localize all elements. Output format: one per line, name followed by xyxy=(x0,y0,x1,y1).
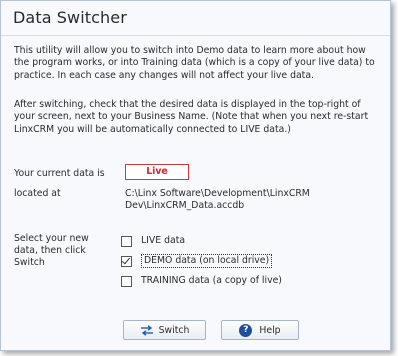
live-data-checkbox[interactable] xyxy=(121,235,132,247)
current-data-value: Live xyxy=(125,164,189,180)
switch-arrows-icon xyxy=(140,324,153,336)
title-divider xyxy=(1,35,390,36)
option-label: DEMO data (on local drive) xyxy=(141,254,273,268)
help-question-icon: ? xyxy=(239,323,253,337)
help-button-label: Help xyxy=(259,324,281,336)
option-training-data[interactable]: TRAINING data (a copy of live) xyxy=(121,274,282,288)
intro-paragraph-2: After switching, check that the desired … xyxy=(14,99,369,135)
select-data-label: Select your new data, then click Switch xyxy=(14,233,89,268)
switch-button-label: Switch xyxy=(158,324,190,336)
option-label: TRAINING data (a copy of live) xyxy=(141,275,282,286)
demo-data-checkbox[interactable] xyxy=(121,255,132,267)
option-demo-data[interactable]: DEMO data (on local drive) xyxy=(121,254,273,268)
window-title: Data Switcher xyxy=(13,8,127,27)
switch-button[interactable]: Switch xyxy=(123,320,206,340)
option-label: LIVE data xyxy=(141,235,186,246)
intro-paragraph-1: This utility will allow you to switch in… xyxy=(14,45,375,81)
location-label: located at xyxy=(14,188,61,199)
help-button[interactable]: ? Help xyxy=(221,320,299,340)
data-file-path: C:\Linx Software\Development\LinxCRM Dev… xyxy=(125,188,310,212)
current-data-label: Your current data is xyxy=(14,168,105,179)
option-live-data[interactable]: LIVE data xyxy=(121,234,185,248)
training-data-checkbox[interactable] xyxy=(121,275,132,287)
data-switcher-window: Data Switcher This utility will allow yo… xyxy=(0,0,391,351)
